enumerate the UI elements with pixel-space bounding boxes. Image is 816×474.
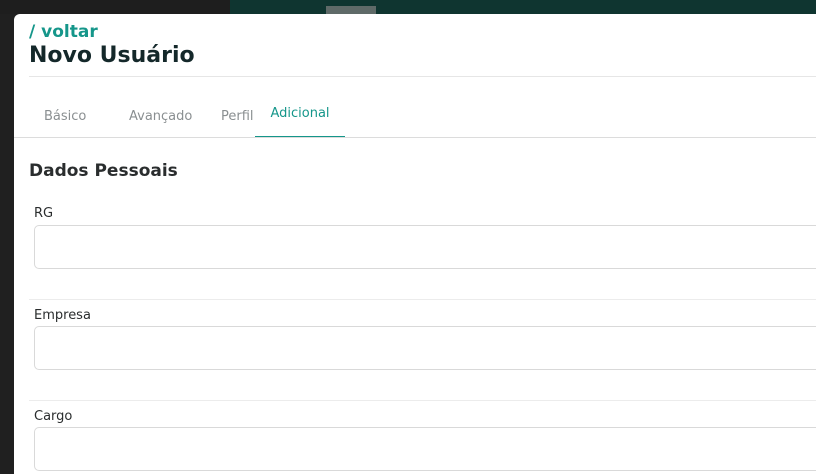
empresa-label: Empresa (34, 308, 91, 323)
cargo-label: Cargo (34, 409, 73, 424)
back-link[interactable]: / voltar (29, 22, 98, 42)
rg-label: RG (34, 206, 54, 221)
tab-label: Perfil (221, 108, 254, 124)
section-title: Dados Pessoais (29, 161, 178, 181)
tabs-divider (14, 137, 816, 138)
tab-adicional[interactable]: Adicional (255, 94, 345, 138)
header-divider (29, 76, 816, 77)
tab-bar: Básico Avançado Perfil Adicional (29, 94, 816, 138)
tab-label: Básico (44, 108, 87, 124)
empresa-field[interactable] (34, 326, 816, 370)
cargo-field[interactable] (34, 427, 816, 471)
tab-label: Avançado (129, 108, 193, 124)
backdrop-chip (326, 6, 376, 14)
field-divider (29, 299, 816, 300)
tab-label: Adicional (270, 105, 330, 121)
backdrop-app-header (230, 0, 816, 14)
page-title: Novo Usuário (29, 43, 195, 68)
tab-basico[interactable]: Básico (29, 94, 101, 138)
tab-avancado[interactable]: Avançado (114, 94, 207, 138)
rg-field[interactable] (34, 225, 816, 269)
field-divider (29, 400, 816, 401)
new-user-modal: / voltar Novo Usuário Básico Avançado Pe… (14, 14, 816, 474)
